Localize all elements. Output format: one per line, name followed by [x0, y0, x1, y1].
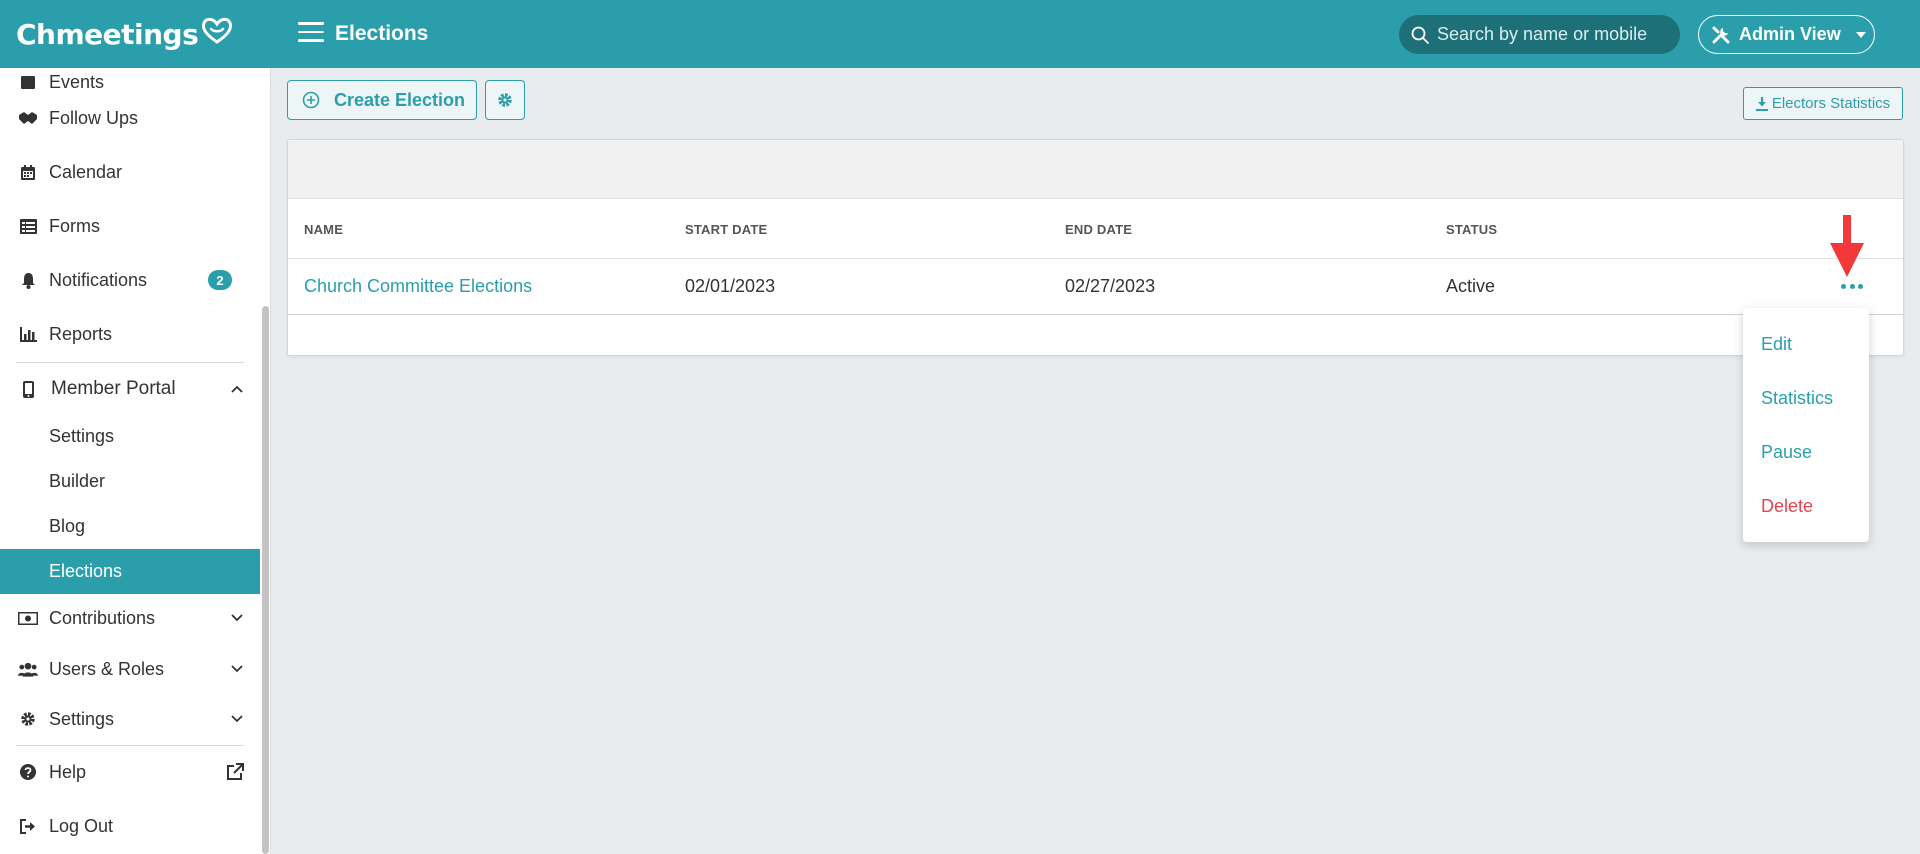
logo-heart-icon	[202, 17, 233, 44]
election-name-link[interactable]: Church Committee Elections	[304, 276, 532, 297]
elections-table-card: NAME START DATE END DATE STATUS Church C…	[287, 139, 1904, 356]
sidebar-item-events[interactable]: Events	[0, 68, 260, 102]
search-box[interactable]	[1399, 15, 1680, 54]
list-icon	[18, 216, 38, 236]
sidebar-item-label: Follow Ups	[49, 107, 139, 128]
sidebar-item-label: Help	[49, 761, 87, 782]
calendar-check-icon	[18, 72, 38, 92]
column-header-status: STATUS	[1446, 222, 1498, 237]
sidebar-item-forms[interactable]: Forms	[0, 206, 260, 246]
column-header-end-date: END DATE	[1065, 222, 1133, 237]
chevron-down-icon	[231, 614, 243, 622]
create-election-button[interactable]: Create Election	[287, 80, 477, 120]
menu-item-delete[interactable]: Delete	[1761, 496, 1813, 517]
sidebar-item-settings[interactable]: Settings	[0, 699, 260, 739]
hamburger-menu-icon[interactable]	[298, 22, 324, 46]
logo-text: Chmeetings	[16, 17, 199, 51]
caret-down-icon	[1855, 31, 1866, 38]
start-date-cell: 02/01/2023	[685, 276, 776, 296]
sidebar-item-label: Settings	[49, 708, 115, 729]
row-actions-menu: Edit Statistics Pause Delete	[1743, 308, 1869, 542]
sidebar-item-label: Member Portal	[51, 378, 176, 399]
sidebar-item-label: Contributions	[49, 607, 156, 628]
money-icon	[18, 608, 38, 628]
sidebar-item-users-roles[interactable]: Users & Roles	[0, 649, 260, 689]
sidebar-item-contributions[interactable]: Contributions	[0, 598, 260, 638]
sidebar-item-label: Calendar	[49, 161, 123, 182]
row-divider	[288, 258, 1903, 259]
chart-icon	[18, 324, 38, 344]
plus-circle-icon	[302, 91, 320, 109]
download-icon	[1755, 96, 1768, 111]
admin-view-dropdown[interactable]: Admin View	[1698, 15, 1875, 54]
sidebar-divider	[16, 362, 244, 363]
column-header-name: NAME	[304, 222, 344, 237]
gear-icon	[18, 709, 38, 729]
end-date-cell: 02/27/2023	[1065, 276, 1156, 296]
sidebar-subitem-builder[interactable]: Builder	[0, 459, 260, 504]
tools-icon	[1712, 26, 1730, 43]
top-bar: Chmeetings Elections Admin View	[0, 0, 1920, 68]
menu-item-pause[interactable]: Pause	[1761, 442, 1812, 463]
page-title: Elections	[335, 22, 429, 45]
sidebar-item-follow-ups[interactable]: Follow Ups	[0, 98, 260, 138]
logout-icon	[18, 816, 38, 836]
logo[interactable]: Chmeetings	[16, 14, 234, 54]
bell-icon	[18, 270, 38, 290]
handshake-icon	[18, 108, 38, 128]
sidebar-item-help[interactable]: Help	[0, 752, 260, 792]
chevron-up-icon	[231, 385, 243, 393]
external-link-icon	[227, 763, 244, 780]
sidebar-item-label: Users & Roles	[49, 658, 165, 679]
notifications-count-badge: 2	[208, 270, 232, 290]
sidebar-item-notifications[interactable]: Notifications 2	[0, 260, 260, 300]
sidebar-subitem-blog[interactable]: Blog	[0, 504, 260, 549]
annotation-arrow-icon	[1830, 215, 1864, 277]
gear-icon	[498, 93, 512, 107]
search-input[interactable]	[1437, 24, 1657, 45]
electors-statistics-button[interactable]: Electors Statistics	[1743, 87, 1903, 120]
menu-item-statistics[interactable]: Statistics	[1761, 388, 1833, 409]
row-divider	[288, 314, 1903, 315]
sidebar-item-reports[interactable]: Reports	[0, 314, 260, 354]
sidebar-item-member-portal[interactable]: Member Portal	[0, 369, 260, 409]
column-header-start-date: START DATE	[685, 222, 768, 237]
sidebar-subitem-settings[interactable]: Settings	[0, 414, 260, 459]
sidebar-item-calendar[interactable]: Calendar	[0, 152, 260, 192]
sidebar-item-label: Events	[49, 71, 105, 92]
election-settings-button[interactable]	[485, 80, 525, 120]
status-cell: Active	[1446, 276, 1496, 296]
sidebar: Events Follow Ups Calendar Forms Notific…	[0, 68, 271, 854]
question-circle-icon	[18, 762, 38, 782]
sidebar-scrollbar[interactable]	[262, 306, 269, 854]
row-actions-ellipsis-icon[interactable]	[1841, 281, 1863, 291]
chevron-down-icon	[231, 715, 243, 723]
sidebar-item-log-out[interactable]: Log Out	[0, 806, 260, 846]
card-header	[288, 140, 1903, 199]
mobile-icon	[18, 379, 38, 399]
sidebar-divider	[16, 745, 244, 746]
chevron-down-icon	[231, 665, 243, 673]
sidebar-item-label: Forms	[49, 215, 100, 236]
search-icon	[1411, 26, 1429, 44]
users-icon	[18, 659, 38, 679]
calendar-icon	[18, 162, 38, 182]
sidebar-item-label: Log Out	[49, 815, 114, 836]
menu-item-edit[interactable]: Edit	[1761, 334, 1792, 355]
sidebar-item-label: Reports	[49, 323, 113, 344]
sidebar-item-label: Notifications	[49, 269, 148, 290]
create-election-label: Create Election	[334, 89, 466, 110]
admin-view-label: Admin View	[1739, 24, 1841, 44]
sidebar-subitem-elections[interactable]: Elections	[0, 549, 260, 594]
electors-statistics-label: Electors Statistics	[1771, 95, 1891, 112]
